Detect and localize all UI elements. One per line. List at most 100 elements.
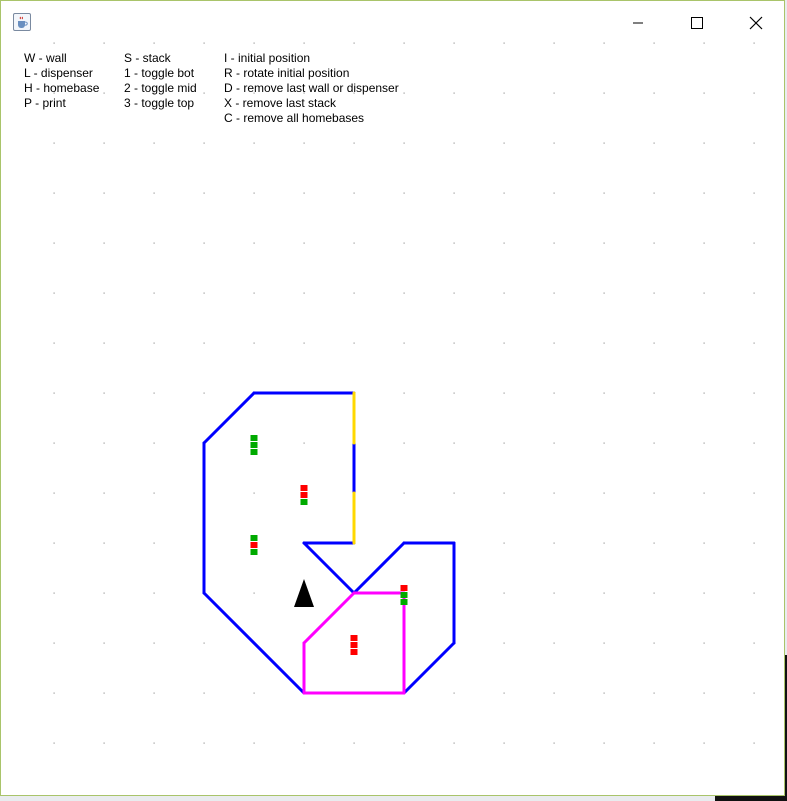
help-remove-wall-key: D - remove last wall or dispenser: [224, 81, 399, 95]
grid-dot: [403, 42, 405, 44]
grid-dot: [303, 592, 305, 594]
grid-dot: [703, 742, 705, 744]
grid-dot: [453, 42, 455, 44]
grid-dot: [353, 442, 355, 444]
help-print-key: P - print: [24, 96, 66, 110]
grid-dot: [703, 492, 705, 494]
grid-dot: [603, 292, 605, 294]
help-rotate-key: R - rotate initial position: [224, 66, 350, 80]
grid-dot: [403, 192, 405, 194]
grid-dot: [153, 142, 155, 144]
grid-dot: [553, 92, 555, 94]
grid-dot: [503, 142, 505, 144]
grid-dot: [653, 642, 655, 644]
java-coffee-cup-icon[interactable]: [13, 13, 31, 31]
grid-dot: [203, 492, 205, 494]
maximize-icon: [691, 17, 703, 29]
grid-dot: [653, 292, 655, 294]
grid-dot: [303, 342, 305, 344]
grid-dot: [703, 292, 705, 294]
grid-dot: [403, 292, 405, 294]
grid-dot: [53, 142, 55, 144]
grid-dot: [453, 742, 455, 744]
grid-dot: [553, 392, 555, 394]
grid-dot: [553, 642, 555, 644]
grid-dot: [653, 142, 655, 144]
grid-dot: [453, 242, 455, 244]
grid-dot: [503, 442, 505, 444]
close-button[interactable]: [733, 5, 779, 41]
grid-dot: [403, 392, 405, 394]
grid-dot: [253, 742, 255, 744]
wall-segment: [202, 391, 256, 445]
grid-dot: [353, 392, 355, 394]
grid-dot: [353, 192, 355, 194]
grid-dot: [553, 692, 555, 694]
grid-dot: [303, 392, 305, 394]
grid-dot: [553, 192, 555, 194]
grid-dot: [403, 92, 405, 94]
grid-dot: [153, 392, 155, 394]
grid-dot: [653, 692, 655, 694]
stack-block: [250, 535, 258, 541]
grid-dot: [403, 492, 405, 494]
grid-dot: [303, 42, 305, 44]
grid-dot: [203, 242, 205, 244]
maximize-button[interactable]: [674, 5, 720, 41]
grid-dot: [503, 542, 505, 544]
grid-dot: [703, 642, 705, 644]
grid-dot: [353, 742, 355, 744]
grid-dot: [503, 192, 505, 194]
grid-dot: [453, 642, 455, 644]
grid-dot: [553, 142, 555, 144]
grid-dot: [103, 592, 105, 594]
grid-dot: [703, 592, 705, 594]
grid-dot: [403, 142, 405, 144]
grid-dot: [603, 92, 605, 94]
grid-dot: [753, 192, 755, 194]
grid-dot: [603, 592, 605, 594]
grid-dot: [53, 442, 55, 444]
grid-dot: [153, 42, 155, 44]
grid-dot: [703, 442, 705, 444]
grid-dot: [753, 292, 755, 294]
grid-dot: [603, 492, 605, 494]
grid-dot: [553, 42, 555, 44]
grid-dot: [603, 392, 605, 394]
stack-block: [400, 599, 408, 605]
help-column-1: W - wall L - dispenser H - homebase P - …: [24, 51, 99, 111]
stack-block: [300, 492, 308, 498]
grid-dot: [653, 492, 655, 494]
grid-dot: [103, 742, 105, 744]
grid-dot: [653, 242, 655, 244]
grid-dot: [303, 642, 305, 644]
stack-block: [300, 499, 308, 505]
grid-dot: [553, 442, 555, 444]
grid-dot: [753, 442, 755, 444]
grid-dot: [303, 742, 305, 744]
grid-dot: [203, 192, 205, 194]
grid-dot: [453, 592, 455, 594]
grid-dot: [453, 392, 455, 394]
grid-dot: [103, 692, 105, 694]
wall-segment: [352, 541, 406, 595]
grid-dot: [303, 542, 305, 544]
title-bar[interactable]: [1, 1, 784, 41]
grid-dot: [703, 692, 705, 694]
wall-segment: [302, 541, 356, 595]
grid-dot: [753, 142, 755, 144]
grid-dot: [603, 42, 605, 44]
grid-dot: [653, 342, 655, 344]
grid-dot: [753, 242, 755, 244]
grid-dot: [253, 692, 255, 694]
grid-dot: [653, 392, 655, 394]
grid-dot: [403, 342, 405, 344]
grid-dot: [203, 692, 205, 694]
grid-dot: [453, 292, 455, 294]
grid-dot: [653, 592, 655, 594]
grid-dot: [653, 42, 655, 44]
grid-dot: [103, 42, 105, 44]
grid-dot: [153, 742, 155, 744]
grid-dot: [503, 42, 505, 44]
minimize-button[interactable]: [615, 5, 661, 41]
